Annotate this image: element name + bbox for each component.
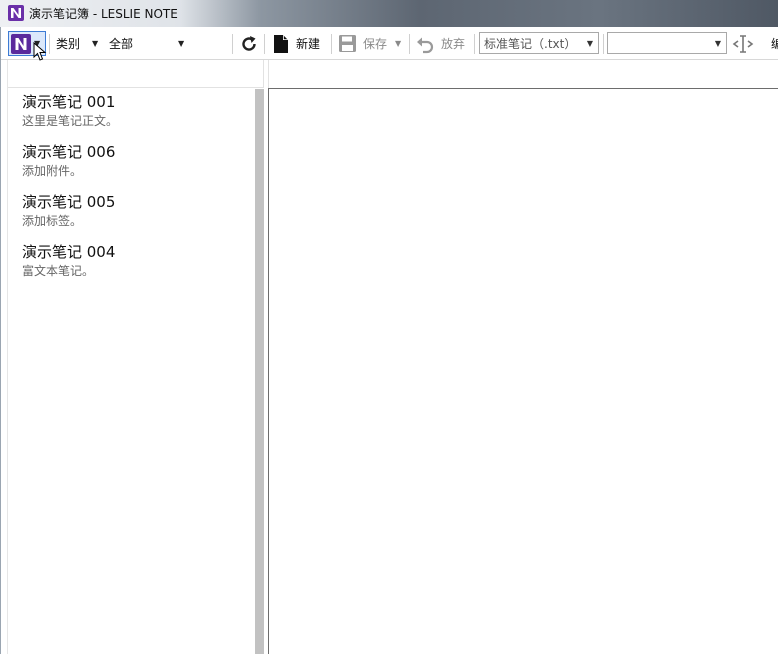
category-label: 类别 — [56, 37, 81, 51]
save-icon — [339, 35, 356, 52]
note-title: 演示笔记 001 — [22, 93, 116, 111]
list-item[interactable]: 演示笔记 006 添加附件。 — [8, 139, 255, 189]
chevron-down-icon: ▼ — [178, 39, 185, 48]
toolbar-separator — [264, 34, 265, 54]
left-gutter — [1, 27, 8, 654]
toolbar-separator — [331, 34, 332, 54]
note-editor[interactable] — [268, 88, 778, 654]
window-title: 演示笔记簿 - LESLIE NOTE — [29, 7, 178, 21]
new-note-label: 新建 — [296, 37, 321, 51]
app-logo-icon — [8, 5, 24, 21]
list-item[interactable]: 演示笔记 004 富文本笔记。 — [8, 239, 255, 289]
title-bar: 演示笔记簿 - LESLIE NOTE — [0, 0, 778, 27]
toolbar-separator — [474, 34, 475, 54]
category-value-dropdown[interactable]: 全部 ▼ — [109, 31, 185, 56]
chevron-down-icon: ▼ — [714, 39, 721, 48]
toolbar: ▼ 类别 ▼ 全部 ▼ 新建 保存 ▼ 放弃 标准笔记（.txt） ▼ ▼ 编 — [1, 27, 778, 60]
note-summary: 添加附件。 — [22, 164, 83, 178]
text-cursor-button[interactable] — [732, 31, 754, 56]
chevron-down-icon: ▼ — [92, 39, 99, 48]
text-cursor-icon — [732, 34, 754, 53]
discard-label: 放弃 — [441, 37, 466, 51]
note-summary: 这里是笔记正文。 — [22, 114, 119, 128]
category-value: 全部 — [109, 37, 134, 51]
new-document-icon — [274, 34, 288, 53]
editor-header — [268, 60, 778, 88]
list-item[interactable]: 演示笔记 001 这里是笔记正文。 — [8, 89, 255, 139]
chevron-down-icon: ▼ — [586, 39, 593, 48]
note-list: 演示笔记 001 这里是笔记正文。 演示笔记 006 添加附件。 演示笔记 00… — [8, 89, 255, 654]
app-menu-logo-icon — [11, 33, 31, 54]
toolbar-separator — [232, 34, 233, 54]
category-dropdown[interactable]: 类别 ▼ — [56, 31, 98, 56]
refresh-icon — [242, 35, 256, 51]
note-title: 演示笔记 004 — [22, 243, 116, 261]
save-label: 保存 — [363, 37, 388, 51]
font-select[interactable]: ▼ — [607, 32, 727, 54]
note-list-scrollbar[interactable] — [255, 89, 264, 654]
edit-label: 编 — [771, 37, 778, 51]
toolbar-separator — [409, 34, 410, 54]
edit-button[interactable]: 编 — [771, 31, 778, 56]
discard-button[interactable]: 放弃 — [415, 31, 465, 56]
toolbar-separator — [603, 34, 604, 54]
list-item[interactable]: 演示笔记 005 添加标签。 — [8, 189, 255, 239]
new-note-button[interactable]: 新建 — [272, 31, 320, 56]
note-title: 演示笔记 005 — [22, 193, 116, 211]
note-type-value: 标准笔记（.txt） — [484, 36, 577, 51]
refresh-button[interactable] — [239, 31, 259, 56]
note-title: 演示笔记 006 — [22, 143, 116, 161]
chevron-down-icon: ▼ — [395, 39, 402, 48]
note-summary: 添加标签。 — [22, 214, 83, 228]
note-summary: 富文本笔记。 — [22, 264, 95, 278]
mouse-pointer-icon — [33, 42, 47, 61]
main-window: ▼ 类别 ▼ 全部 ▼ 新建 保存 ▼ 放弃 标准笔记（.txt） ▼ ▼ 编 … — [0, 27, 778, 654]
note-type-select[interactable]: 标准笔记（.txt） ▼ — [479, 32, 599, 54]
toolbar-separator — [49, 34, 50, 54]
undo-icon — [417, 37, 434, 53]
save-button[interactable]: 保存 ▼ — [338, 31, 401, 56]
note-search-input[interactable] — [8, 60, 264, 88]
